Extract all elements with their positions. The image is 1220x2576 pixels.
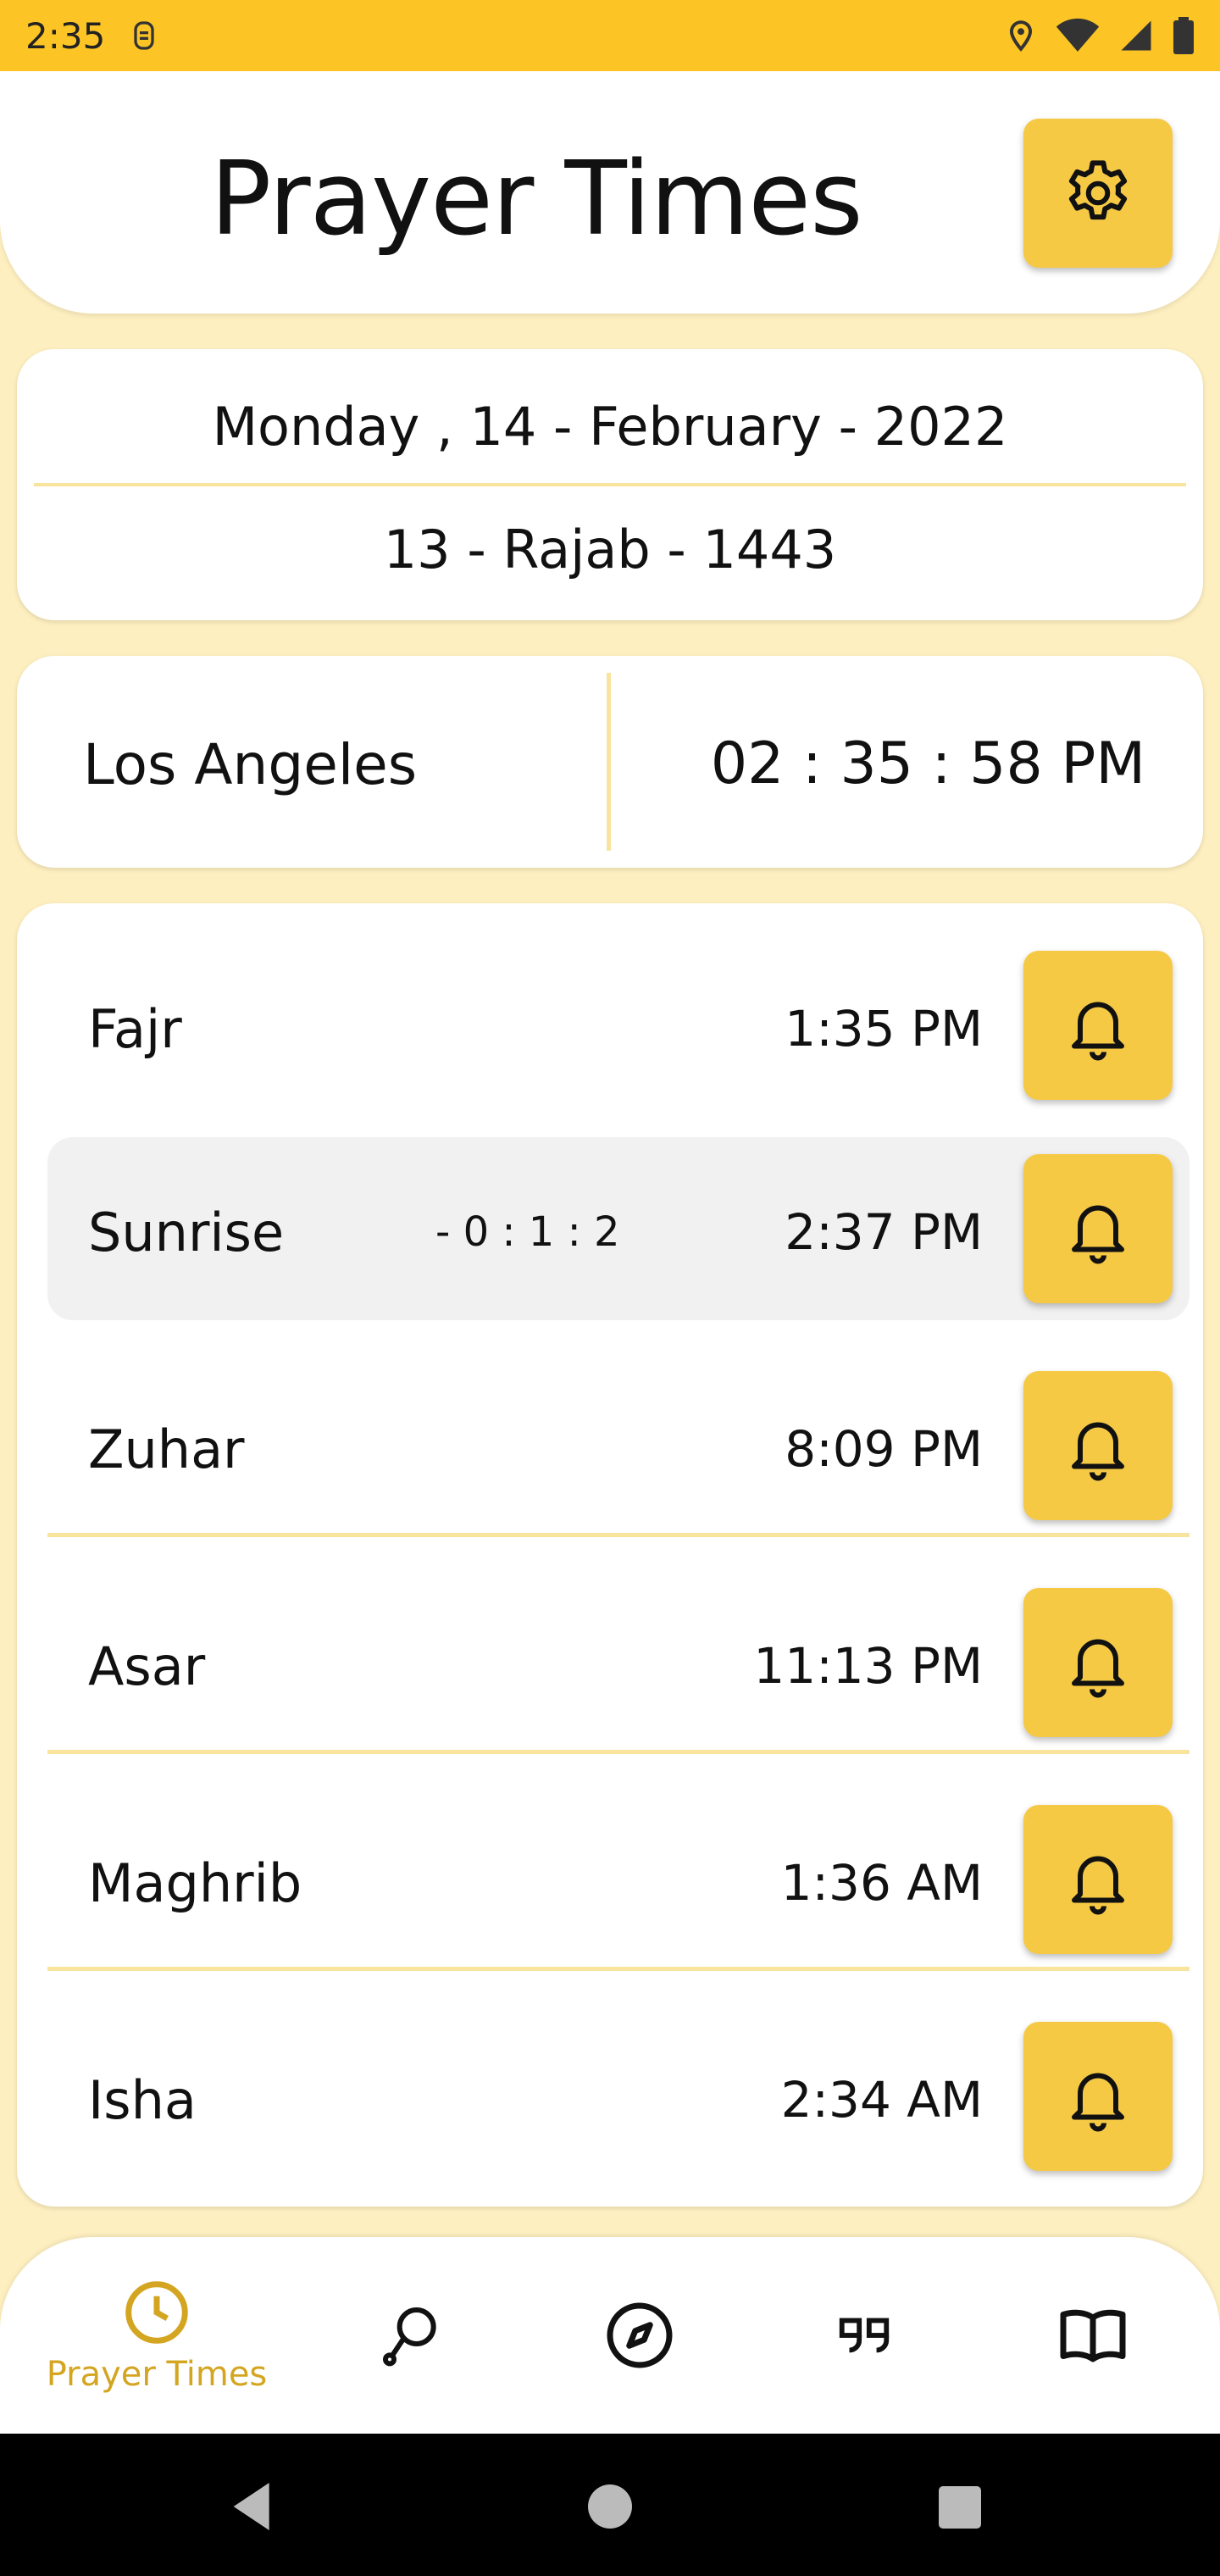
compass-icon	[607, 2302, 673, 2368]
gear-icon	[1068, 160, 1128, 220]
nav-label: Prayer Times	[46, 2355, 268, 2394]
status-bar: 2:35	[0, 0, 1220, 71]
prayer-time: 2:34 AM	[780, 2071, 983, 2129]
signal-icon	[1121, 20, 1151, 51]
nav-quotes[interactable]	[792, 2237, 936, 2434]
prayer-row-isha: Isha 2:34 AM	[47, 2005, 1190, 2188]
city-name: Los Angeles	[83, 732, 418, 797]
row-divider	[47, 1750, 1190, 1754]
asar-alarm-button[interactable]	[1023, 1588, 1173, 1737]
prayer-name: Maghrib	[88, 1852, 302, 1914]
tasbih-icon	[383, 2307, 436, 2367]
bell-icon	[1072, 1422, 1124, 1481]
page-title: Prayer Times	[210, 141, 863, 258]
isha-alarm-button[interactable]	[1023, 2022, 1173, 2171]
bell-icon	[1072, 1639, 1124, 1698]
date-divider	[34, 483, 1186, 486]
nav-qibla-compass[interactable]	[568, 2237, 712, 2434]
bell-icon	[1072, 1205, 1124, 1264]
status-time: 2:35	[25, 14, 106, 57]
bell-icon	[1072, 1856, 1124, 1915]
prayer-name: Zuhar	[88, 1418, 245, 1480]
recents-icon[interactable]	[939, 2486, 981, 2529]
prayer-time: 11:13 PM	[753, 1637, 983, 1695]
settings-button[interactable]	[1023, 119, 1173, 268]
prayer-row-asar: Asar 11:13 PM	[47, 1571, 1190, 1754]
prayer-list: Fajr 1:35 PM Sunrise - 0 : 1 : 2 2:37 PM…	[17, 903, 1203, 2207]
prayer-row-zuhar: Zuhar 8:09 PM	[47, 1354, 1190, 1537]
nav-quran[interactable]	[1021, 2237, 1165, 2434]
nav-prayer-times[interactable]: Prayer Times	[34, 2237, 280, 2434]
prayer-name: Isha	[88, 2069, 197, 2131]
prayer-name: Sunrise	[88, 1202, 285, 1263]
quote-icon	[839, 2318, 890, 2353]
date-card: Monday , 14 - February - 2022 13 - Rajab…	[17, 349, 1203, 620]
vertical-divider	[607, 673, 611, 851]
prayer-time: 1:36 AM	[780, 1854, 983, 1912]
prayer-countdown: - 0 : 1 : 2	[435, 1208, 620, 1256]
prayer-row-fajr: Fajr 1:35 PM	[47, 934, 1190, 1117]
nav-tasbih[interactable]	[339, 2237, 483, 2434]
zuhar-alarm-button[interactable]	[1023, 1371, 1173, 1520]
wifi-icon	[1056, 18, 1100, 52]
hijri-date: 13 - Rajab - 1443	[383, 519, 837, 580]
book-icon	[1060, 2309, 1126, 2362]
location-icon	[1009, 20, 1033, 52]
bell-icon	[1072, 2073, 1124, 2132]
fajr-alarm-button[interactable]	[1023, 951, 1173, 1100]
current-time: 02 : 35 : 58 PM	[710, 730, 1145, 797]
status-icons	[1005, 17, 1195, 54]
clock-icon	[125, 2281, 188, 2344]
system-navigation-bar	[0, 2434, 1220, 2576]
home-icon[interactable]	[588, 2484, 632, 2529]
prayer-name: Asar	[88, 1635, 206, 1697]
prayer-time: 8:09 PM	[785, 1420, 983, 1478]
row-divider	[47, 1967, 1190, 1971]
prayer-time: 2:37 PM	[785, 1203, 983, 1261]
row-divider	[47, 1533, 1190, 1537]
maghrib-alarm-button[interactable]	[1023, 1805, 1173, 1954]
location-card: Los Angeles 02 : 35 : 58 PM	[17, 656, 1203, 868]
bell-icon	[1072, 1002, 1124, 1061]
gregorian-date: Monday , 14 - February - 2022	[212, 396, 1008, 458]
bottom-navigation: Prayer Times	[0, 2237, 1220, 2434]
battery-icon	[1173, 17, 1194, 54]
app-notification-icon	[134, 21, 154, 50]
prayer-name: Fajr	[88, 998, 182, 1060]
app-header: Prayer Times	[0, 71, 1220, 314]
prayer-row-sunrise: Sunrise - 0 : 1 : 2 2:37 PM	[47, 1137, 1190, 1320]
back-icon[interactable]	[232, 2483, 274, 2530]
prayer-time: 1:35 PM	[785, 1000, 983, 1058]
sunrise-alarm-button[interactable]	[1023, 1154, 1173, 1303]
prayer-row-maghrib: Maghrib 1:36 AM	[47, 1788, 1190, 1971]
